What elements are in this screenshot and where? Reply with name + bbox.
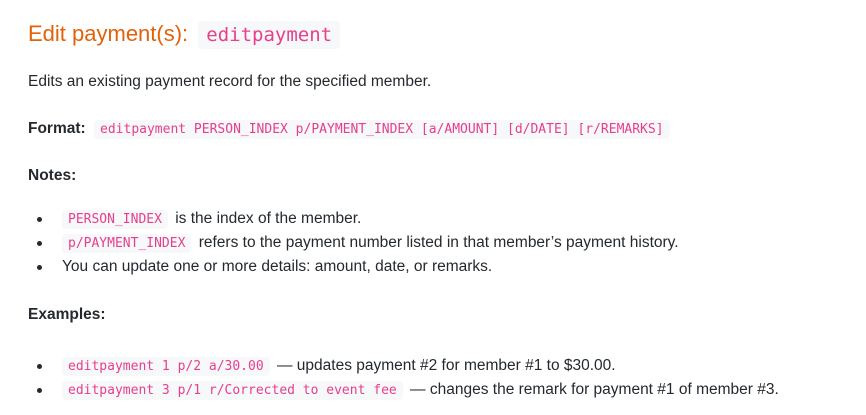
list-item: editpayment 3 p/1 r/Corrected to event f… [37, 378, 858, 402]
examples-list: editpayment 1 p/2 a/30.00 — updates paym… [28, 354, 858, 402]
description: Edits an existing payment record for the… [28, 73, 432, 90]
list-item: p/PAYMENT_INDEX refers to the payment nu… [37, 231, 858, 255]
section-title-text: Edit payment(s): [28, 21, 189, 46]
list-item: PERSON_INDEX is the index of the member. [37, 207, 858, 231]
list-item-text: — updates payment #2 for member #1 to $3… [276, 357, 616, 374]
list-item: editpayment 1 p/2 a/30.00 — updates paym… [37, 354, 858, 378]
list-item-text: You can update one or more details: amou… [62, 258, 493, 275]
notes-list: PERSON_INDEX is the index of the member.… [28, 207, 858, 279]
list-item-text: refers to the payment number listed in t… [198, 234, 679, 251]
list-item-text: — changes the remark for payment #1 of m… [410, 381, 779, 398]
inline-code: editpayment 3 p/1 r/Corrected to event f… [62, 381, 403, 400]
section-title: Edit payment(s): editpayment [28, 18, 858, 50]
list-item-text: is the index of the member. [175, 210, 362, 227]
list-item: You can update one or more details: amou… [37, 255, 858, 279]
notes-heading: Notes: [28, 167, 77, 184]
format-label: Format: [28, 120, 86, 137]
inline-code: editpayment 1 p/2 a/30.00 [62, 357, 270, 376]
format-line: Format: editpayment PERSON_INDEX p/PAYME… [28, 118, 858, 141]
doc-section: Edit payment(s): editpayment Edits an ex… [28, 18, 858, 402]
inline-code: PERSON_INDEX [62, 210, 168, 229]
command-code: editpayment [198, 21, 341, 49]
format-syntax: editpayment PERSON_INDEX p/PAYMENT_INDEX… [94, 120, 670, 139]
examples-heading: Examples: [28, 306, 106, 323]
inline-code: p/PAYMENT_INDEX [62, 234, 192, 253]
